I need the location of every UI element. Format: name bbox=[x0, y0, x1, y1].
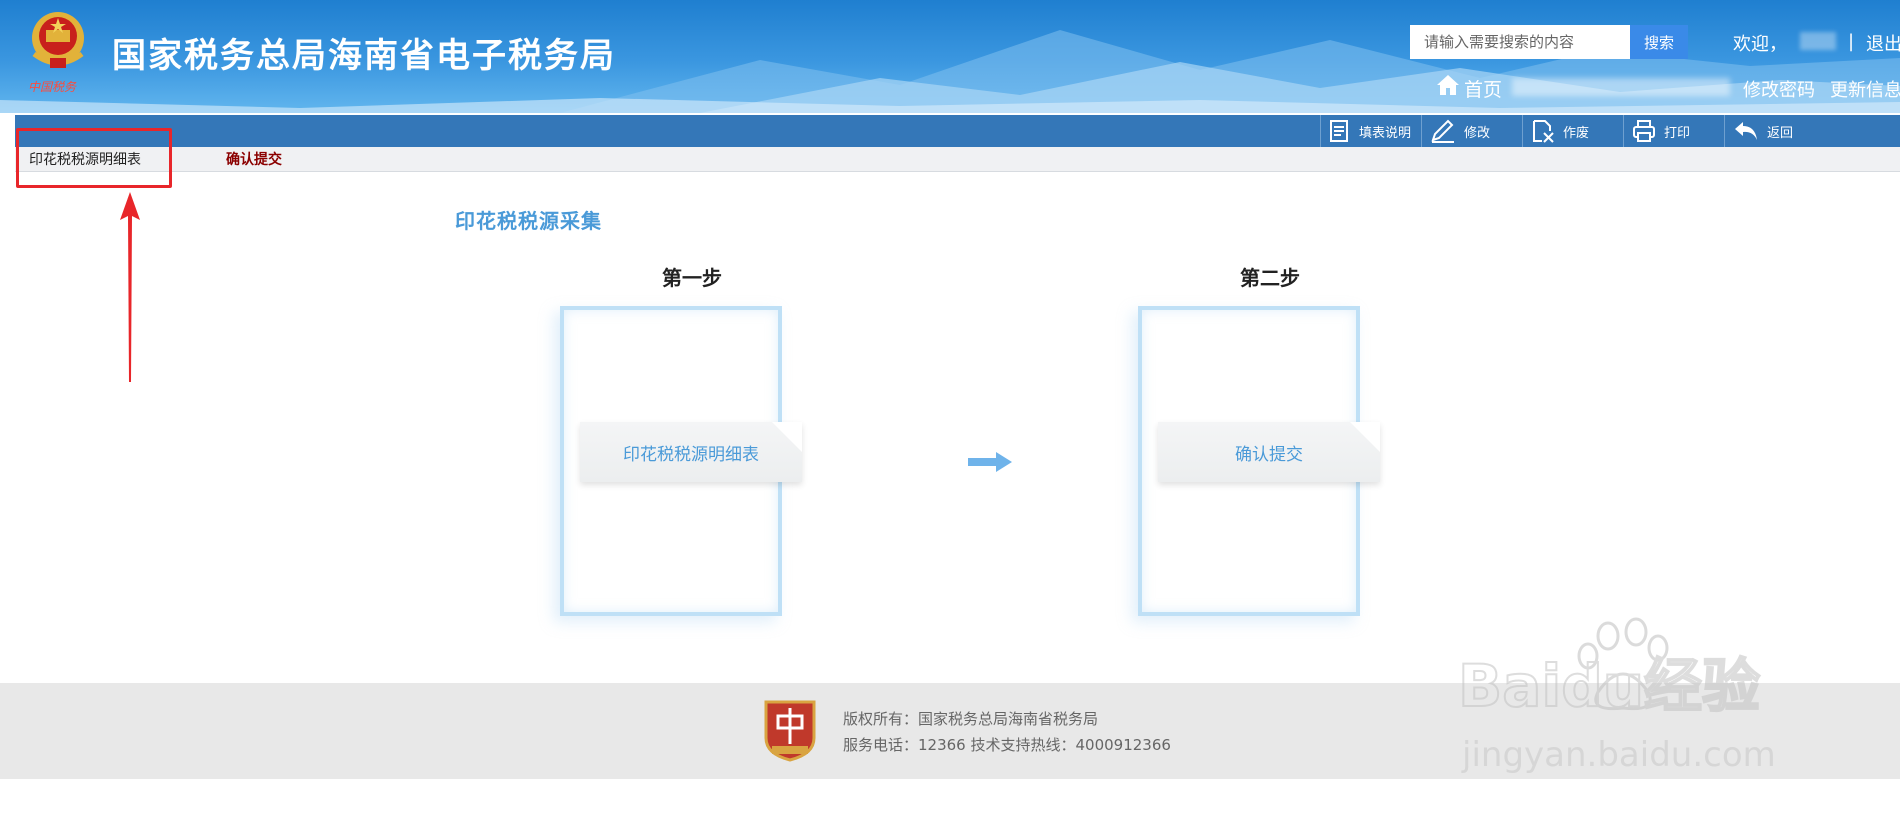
tax-bureau-logo-icon bbox=[764, 700, 816, 762]
void-document-icon bbox=[1533, 120, 1554, 143]
tab-strip bbox=[15, 147, 1900, 172]
stamp-tax-detail-button[interactable]: 印花税税源明细表 bbox=[580, 422, 802, 482]
step-two-card: 确认提交 bbox=[1120, 294, 1386, 616]
annotation-highlight-box bbox=[16, 128, 172, 188]
home-icon[interactable] bbox=[1436, 74, 1460, 96]
redacted-taxpayer-info bbox=[1512, 78, 1730, 96]
logout-link[interactable]: 退出 bbox=[1866, 30, 1900, 56]
print-button[interactable]: 打印 bbox=[1623, 115, 1724, 147]
step-one-label: 第一步 bbox=[662, 266, 722, 290]
section-title: 印花税税源采集 bbox=[455, 209, 602, 233]
print-label: 打印 bbox=[1664, 125, 1691, 141]
form-instructions-button[interactable]: 填表说明 bbox=[1320, 115, 1421, 147]
confirm-submit-button[interactable]: 确认提交 bbox=[1158, 422, 1380, 482]
welcome-label: 欢迎， bbox=[1733, 34, 1787, 55]
void-button[interactable]: 作废 bbox=[1522, 115, 1623, 147]
back-arrow-icon bbox=[1735, 122, 1757, 140]
next-step-arrow-icon bbox=[968, 452, 1012, 472]
watermark-brand: Baidu经验 bbox=[1458, 652, 1760, 720]
step-one-card: 印花税税源明细表 bbox=[542, 294, 808, 616]
tab-confirm-submit[interactable]: 确认提交 bbox=[226, 149, 282, 169]
action-toolbar: 填表说明 修改 作废 打印 返回 bbox=[15, 115, 1900, 147]
edit-label: 修改 bbox=[1464, 125, 1491, 141]
form-instructions-label: 填表说明 bbox=[1359, 125, 1412, 141]
annotation-arrow-icon bbox=[120, 192, 140, 382]
form-instructions-icon bbox=[1330, 120, 1348, 142]
search-button[interactable]: 搜索 bbox=[1630, 25, 1688, 59]
site-header: 中国税务 国家税务总局海南省电子税务局 搜索 欢迎， | 退出 首页 修改密码 … bbox=[0, 0, 1900, 113]
step-two-label: 第二步 bbox=[1240, 266, 1300, 290]
redacted-username bbox=[1800, 32, 1836, 50]
footer-copyright: 版权所有：国家税务总局海南省税务局 bbox=[843, 710, 1099, 728]
back-button[interactable]: 返回 bbox=[1724, 115, 1825, 147]
site-title: 国家税务总局海南省电子税务局 bbox=[112, 36, 616, 76]
change-password-link[interactable]: 修改密码 bbox=[1743, 76, 1815, 102]
footer-contact: 服务电话：12366 技术支持热线：4000912366 bbox=[843, 736, 1171, 754]
emblem-caption: 中国税务 bbox=[28, 80, 77, 94]
header-separator: | bbox=[1848, 31, 1855, 52]
update-info-link[interactable]: 更新信息 bbox=[1830, 76, 1900, 102]
watermark-url: jingyan.baidu.com bbox=[1461, 735, 1776, 775]
search-input[interactable] bbox=[1410, 25, 1630, 59]
edit-button[interactable]: 修改 bbox=[1421, 115, 1522, 147]
baidu-watermark: Baidu经验 jingyan.baidu.com bbox=[1458, 617, 1776, 775]
tax-emblem-icon bbox=[32, 12, 84, 68]
printer-icon bbox=[1633, 120, 1655, 142]
pencil-icon bbox=[1431, 119, 1454, 143]
back-label: 返回 bbox=[1767, 125, 1794, 141]
home-link[interactable]: 首页 bbox=[1464, 75, 1502, 102]
void-label: 作废 bbox=[1563, 125, 1590, 141]
